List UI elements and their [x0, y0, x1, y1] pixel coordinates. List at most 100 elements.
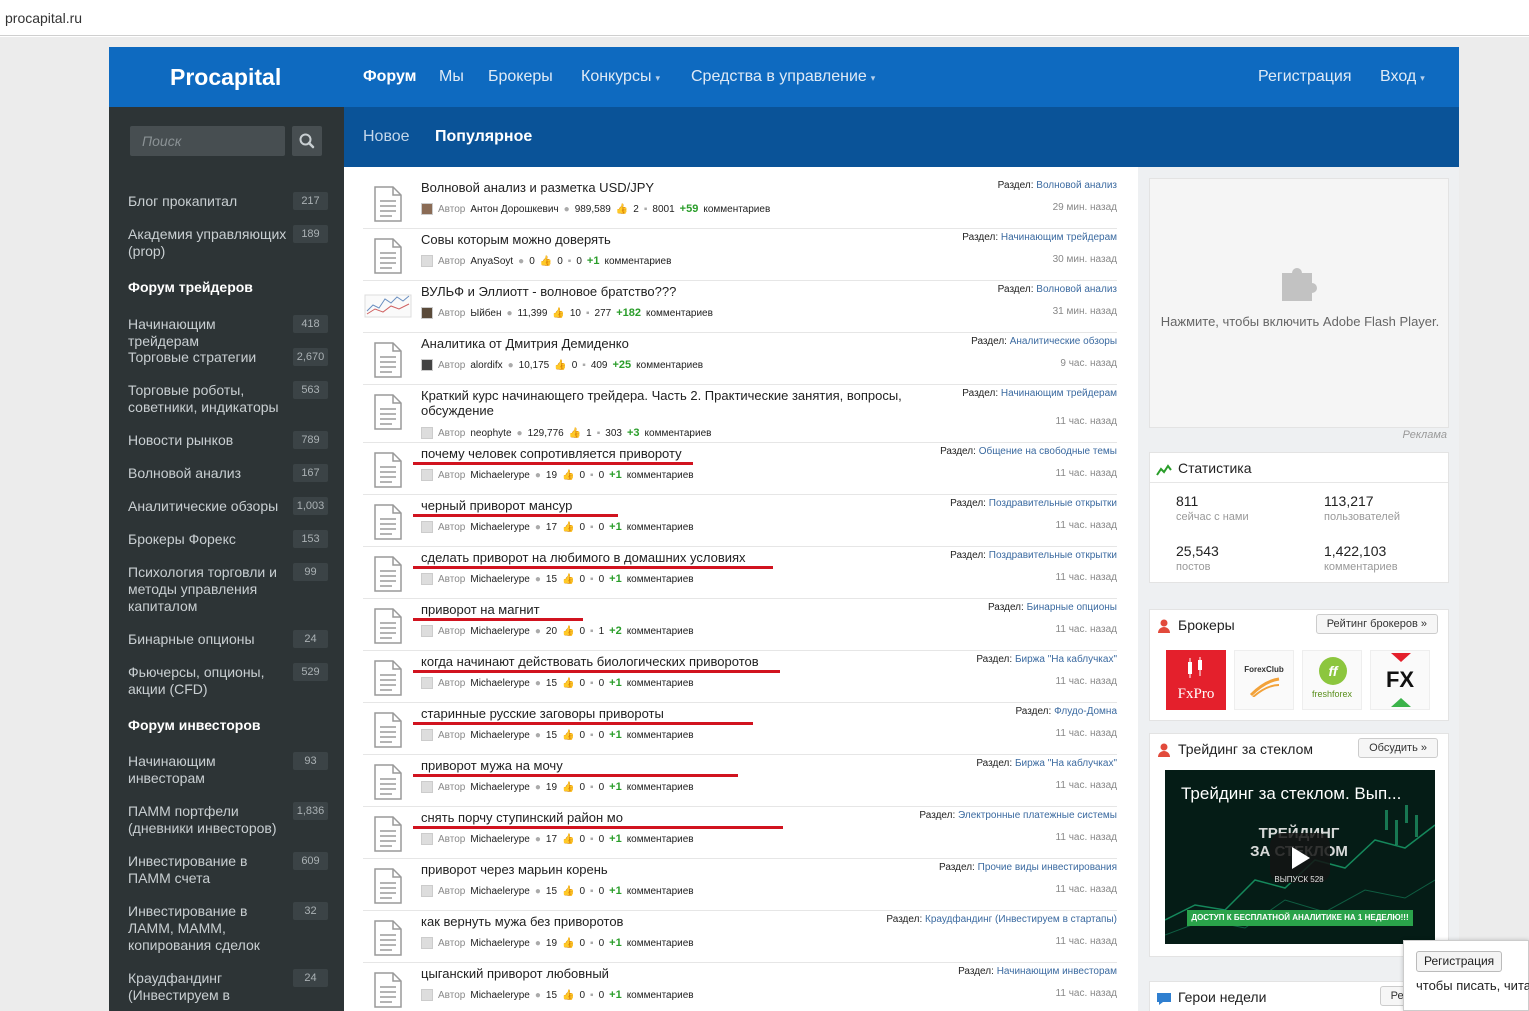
thumbs-up-icon[interactable]: 👍	[562, 522, 574, 533]
post-item[interactable]: приворот мужа на мочу Автор Michaelerype ● 1…	[363, 755, 1117, 807]
post-title[interactable]: Краткий курс начинающего трейдера. Часть…	[421, 388, 941, 418]
post-item[interactable]: сделать приворот на любимого в домашних …	[363, 547, 1117, 599]
author-name[interactable]: Michaelerype	[470, 886, 529, 897]
document-icon[interactable]	[363, 657, 413, 697]
document-icon[interactable]	[363, 813, 413, 853]
author-name[interactable]: Антон Дорошкевич	[470, 204, 558, 215]
post-title[interactable]: цыганский приворот любовный	[421, 966, 941, 981]
nav-contests[interactable]: Конкурсы ▾	[581, 68, 660, 86]
thumbs-up-icon[interactable]: 👍	[562, 626, 574, 637]
avatar[interactable]	[421, 625, 433, 637]
author-name[interactable]: alordifx	[470, 360, 502, 371]
avatar[interactable]	[421, 359, 433, 371]
comments-label[interactable]: комментариев	[627, 678, 694, 689]
section-link[interactable]: Биржа "На каблучках"	[1015, 758, 1117, 769]
comments-label[interactable]: комментариев	[645, 428, 712, 439]
post-title[interactable]: Совы которым можно доверять	[421, 232, 941, 247]
author-name[interactable]: neophyte	[470, 428, 511, 439]
post-item[interactable]: приворот через марьин корень Автор Michael…	[363, 859, 1117, 911]
sidebar-item[interactable]: Бинарные опционы 24	[128, 630, 328, 648]
document-icon[interactable]	[363, 183, 413, 223]
author-name[interactable]: AnyaSoyt	[470, 256, 513, 267]
post-item[interactable]: Совы которым можно доверять Автор AnyaSoyt…	[363, 229, 1117, 281]
sidebar-item[interactable]: Психология торговли и методы управления …	[128, 563, 328, 615]
comments-label[interactable]: комментариев	[646, 308, 713, 319]
avatar[interactable]	[421, 469, 433, 481]
thumbs-up-icon[interactable]: 👍	[562, 470, 574, 481]
section-link[interactable]: Начинающим инвесторам	[997, 966, 1117, 977]
sidebar-item[interactable]: Начинающим трейдерам 418	[128, 315, 328, 350]
sidebar-item[interactable]: Торговые стратегии 2,670	[128, 348, 328, 366]
document-icon[interactable]	[363, 605, 413, 645]
sidebar-item[interactable]: Академия управляющих (prop) 189	[128, 225, 328, 260]
author-name[interactable]: Michaelerype	[470, 574, 529, 585]
comments-label[interactable]: комментариев	[627, 730, 694, 741]
section-link[interactable]: Краудфандинг (Инвестируем в стартапы)	[925, 914, 1117, 925]
comments-label[interactable]: комментариев	[627, 990, 694, 1001]
brokers-rating-button[interactable]: Рейтинг брокеров »	[1315, 614, 1438, 634]
broker-logo-freshforex[interactable]: ff freshforex	[1302, 650, 1362, 710]
author-name[interactable]: Ыйбен	[470, 308, 501, 319]
thumbs-up-icon[interactable]: 👍	[569, 428, 581, 439]
avatar[interactable]	[421, 255, 433, 267]
post-title[interactable]: приворот мужа на мочу	[421, 758, 941, 773]
post-item[interactable]: черный приворот мансур Автор Michaelerype ●…	[363, 495, 1117, 547]
author-name[interactable]: Michaelerype	[470, 470, 529, 481]
sidebar-section-heading[interactable]: Форум инвесторов	[128, 717, 328, 733]
section-link[interactable]: Бинарные опционы	[1027, 602, 1117, 613]
avatar[interactable]	[421, 781, 433, 793]
document-icon[interactable]	[363, 709, 413, 749]
author-name[interactable]: Michaelerype	[470, 730, 529, 741]
sidebar-item[interactable]: Торговые роботы, советники, индикаторы 56…	[128, 381, 328, 416]
section-link[interactable]: Волновой анализ	[1036, 180, 1117, 191]
post-title[interactable]: почему человек сопротивляется привороту	[421, 446, 941, 461]
post-title[interactable]: старинные русские заговоры привороты	[421, 706, 941, 721]
thumbs-up-icon[interactable]: 👍	[554, 360, 566, 371]
search-input[interactable]: Поиск	[130, 126, 285, 156]
section-link[interactable]: Волновой анализ	[1036, 284, 1117, 295]
comments-label[interactable]: комментариев	[604, 256, 671, 267]
avatar[interactable]	[421, 729, 433, 741]
sidebar-item[interactable]: Инвестирование в ЛАММ, МАММ, копирования…	[128, 902, 328, 954]
sidebar-item[interactable]: ПАММ портфели (дневники инвесторов) 1,836	[128, 802, 328, 837]
thumbs-up-icon[interactable]: 👍	[562, 834, 574, 845]
post-item[interactable]: снять порчу ступинский район мо Автор Mich…	[363, 807, 1117, 859]
avatar[interactable]	[421, 833, 433, 845]
avatar[interactable]	[421, 937, 433, 949]
register-link[interactable]: Регистрация	[1258, 68, 1352, 86]
popup-register-button[interactable]: Регистрация	[1416, 951, 1503, 972]
sidebar-item[interactable]: Брокеры Форекс 153	[128, 530, 328, 548]
sidebar-item[interactable]: Фьючерсы, опционы, акции (CFD) 529	[128, 663, 328, 698]
thumbs-up-icon[interactable]: 👍	[562, 990, 574, 1001]
section-link[interactable]: Флудо-Домна	[1054, 706, 1117, 717]
thumbs-up-icon[interactable]: 👍	[562, 938, 574, 949]
post-item[interactable]: почему человек сопротивляется привороту А…	[363, 443, 1117, 495]
broker-logo-fxpro[interactable]: FxPro	[1166, 650, 1226, 710]
post-title[interactable]: приворот через марьин корень	[421, 862, 941, 877]
post-title[interactable]: сделать приворот на любимого в домашних …	[421, 550, 941, 565]
tab-new[interactable]: Новое	[363, 128, 410, 146]
avatar[interactable]	[421, 427, 433, 439]
sidebar-item[interactable]: Новости рынков 789	[128, 431, 328, 449]
flash-ad-placeholder[interactable]: Нажмите, чтобы включить Adobe Flash Play…	[1149, 178, 1449, 428]
post-title[interactable]: Аналитика от Дмитрия Демиденко	[421, 336, 941, 351]
document-icon[interactable]	[363, 235, 413, 275]
section-link[interactable]: Биржа "На каблучках"	[1015, 654, 1117, 665]
author-name[interactable]: Michaelerype	[470, 938, 529, 949]
document-icon[interactable]	[363, 553, 413, 593]
post-title[interactable]: приворот на магнит	[421, 602, 941, 617]
document-icon[interactable]	[363, 865, 413, 905]
avatar[interactable]	[421, 307, 433, 319]
document-icon[interactable]	[363, 917, 413, 957]
section-link[interactable]: Поздравительные открытки	[989, 498, 1117, 509]
trading-video[interactable]: Трейдинг за стеклом. Вып... ТРЕЙДИНГ ЗА …	[1165, 770, 1435, 944]
thumbs-up-icon[interactable]: 👍	[562, 574, 574, 585]
broker-logo-forexclub[interactable]: ForexClub	[1234, 650, 1294, 710]
avatar[interactable]	[421, 885, 433, 897]
comments-label[interactable]: комментариев	[627, 574, 694, 585]
avatar[interactable]	[421, 203, 433, 215]
avatar[interactable]	[421, 677, 433, 689]
section-link[interactable]: Начинающим трейдерам	[1001, 388, 1117, 399]
browser-address-bar[interactable]: procapital.ru	[0, 0, 1529, 36]
document-icon[interactable]	[363, 761, 413, 801]
